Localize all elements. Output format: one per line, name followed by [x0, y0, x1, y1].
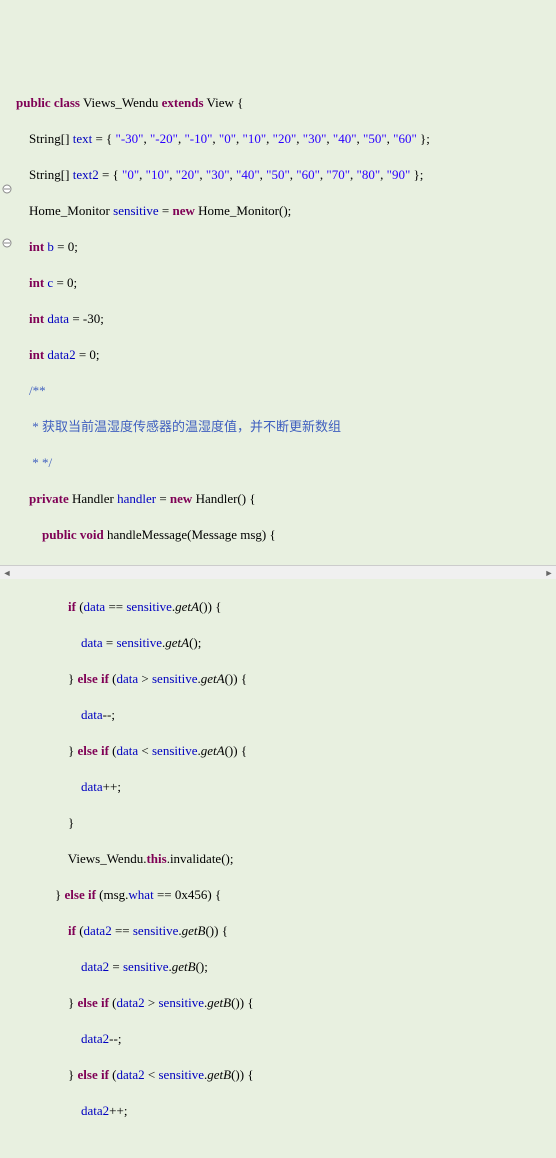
code-line[interactable]: int data2 = 0;	[16, 346, 556, 364]
code-line[interactable]: if (data == sensitive.getA()) {	[16, 598, 556, 616]
code-line[interactable]: data2++;	[16, 1102, 556, 1120]
code-line[interactable]: } else if (data > sensitive.getA()) {	[16, 670, 556, 688]
code-line[interactable]: data2--;	[16, 1030, 556, 1048]
code-line[interactable]: public class Views_Wendu extends View {	[16, 94, 556, 112]
code-editor: public class Views_Wendu extends View { …	[0, 0, 556, 1158]
gutter	[0, 0, 14, 1158]
code-line[interactable]: * 获取当前温湿度传感器的温湿度值，并不断更新数组	[16, 418, 556, 436]
code-line[interactable]: int data = -30;	[16, 310, 556, 328]
code-line[interactable]: data++;	[16, 778, 556, 796]
code-line[interactable]: String[] text = { "-30", "-20", "-10", "…	[16, 130, 556, 148]
code-line[interactable]: } else if (msg.what == 0x456) {	[16, 886, 556, 904]
scroll-left-icon[interactable]: ◄	[0, 566, 14, 579]
fold-toggle-icon[interactable]	[2, 148, 12, 158]
code-line[interactable]: } else if (data2 > sensitive.getB()) {	[16, 994, 556, 1012]
code-line[interactable]: data = sensitive.getA();	[16, 634, 556, 652]
scroll-right-icon[interactable]: ►	[542, 566, 556, 579]
code-line[interactable]: } else if (data2 < sensitive.getB()) {	[16, 1066, 556, 1084]
code-line[interactable]: private Handler handler = new Handler() …	[16, 490, 556, 508]
code-line[interactable]: * */	[16, 454, 556, 472]
code-line[interactable]: }	[16, 814, 556, 832]
code-line[interactable]: int c = 0;	[16, 274, 556, 292]
code-line[interactable]: int b = 0;	[16, 238, 556, 256]
horizontal-scrollbar[interactable]: ◄ ►	[0, 565, 556, 579]
code-line[interactable]: public void handleMessage(Message msg) {	[16, 526, 556, 544]
code-line[interactable]: data--;	[16, 706, 556, 724]
code-line[interactable]: /**	[16, 382, 556, 400]
code-line[interactable]: data2 = sensitive.getB();	[16, 958, 556, 976]
code-line[interactable]: String[] text2 = { "0", "10", "20", "30"…	[16, 166, 556, 184]
code-line[interactable]: } else if (data < sensitive.getA()) {	[16, 742, 556, 760]
code-line[interactable]: if (data2 == sensitive.getB()) {	[16, 922, 556, 940]
code-area[interactable]: public class Views_Wendu extends View { …	[14, 76, 556, 1156]
fold-toggle-icon[interactable]	[2, 202, 12, 212]
code-line[interactable]: Home_Monitor sensitive = new Home_Monito…	[16, 202, 556, 220]
code-line[interactable]: Views_Wendu.this.invalidate();	[16, 850, 556, 868]
